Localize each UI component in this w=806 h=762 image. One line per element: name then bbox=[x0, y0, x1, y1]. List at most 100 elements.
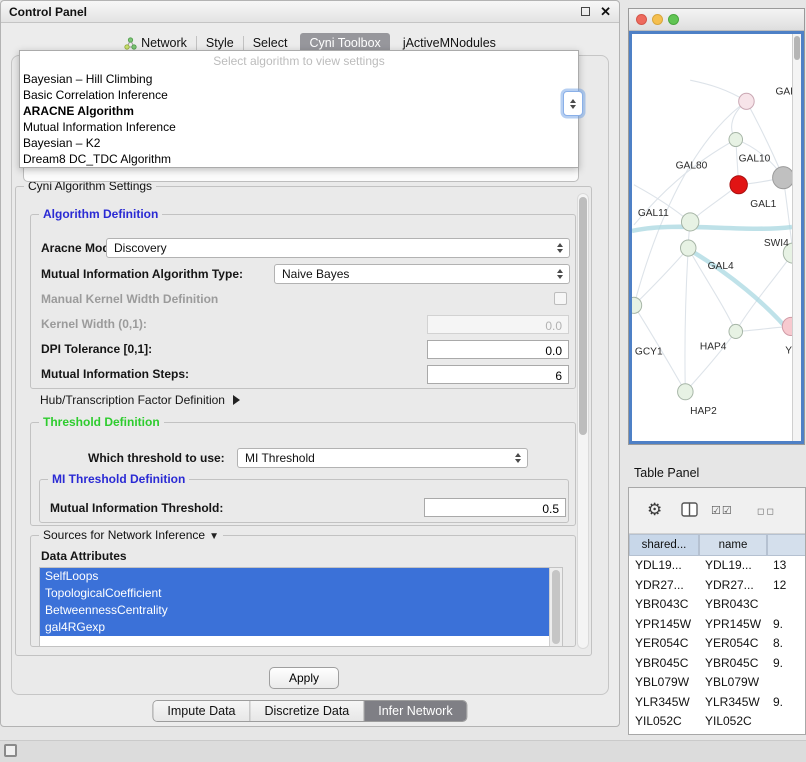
control-panel-titlebar: Control Panel ✕ bbox=[1, 1, 619, 23]
network-node[interactable] bbox=[681, 213, 698, 231]
network-node[interactable] bbox=[730, 176, 747, 194]
mi-algorithm-type-select[interactable]: Naive Bayes bbox=[274, 264, 570, 284]
dropdown-item[interactable]: Bayesian – Hill Climbing bbox=[20, 71, 578, 87]
table-row[interactable]: YDL19... YDL19... 13 bbox=[629, 556, 805, 576]
dropdown-item[interactable]: Dream8 DC_TDC Algorithm bbox=[20, 151, 578, 167]
table-row[interactable]: YBR043C YBR043C bbox=[629, 595, 805, 615]
hub-definition-expander[interactable]: Hub/Transcription Factor Definition bbox=[40, 393, 240, 407]
settings-scrollbar[interactable] bbox=[577, 193, 589, 649]
network-node[interactable] bbox=[729, 132, 743, 146]
table-row[interactable]: YPR145W YPR145W 9. bbox=[629, 615, 805, 635]
dropdown-item[interactable]: Mutual Information Inference bbox=[20, 119, 578, 135]
mi-threshold-definition-title: MI Threshold Definition bbox=[48, 472, 189, 486]
table-row[interactable]: YDR27... YDR27... 12 bbox=[629, 576, 805, 596]
cell: YDR27... bbox=[699, 576, 767, 596]
kernel-width-label: Kernel Width (0,1): bbox=[41, 317, 147, 331]
column-header-shared-name[interactable]: shared... bbox=[629, 534, 699, 556]
dpi-tolerance-label: DPI Tolerance [0,1]: bbox=[41, 342, 152, 356]
table-row[interactable]: YIL052C YIL052C bbox=[629, 712, 805, 732]
list-scrollbar[interactable] bbox=[549, 568, 562, 646]
cell: YDR27... bbox=[629, 576, 699, 596]
column-header-name[interactable]: name bbox=[699, 534, 767, 556]
list-item[interactable]: gal4RGexp bbox=[40, 619, 549, 636]
mi-steps-input[interactable] bbox=[427, 365, 569, 384]
mi-threshold-input[interactable] bbox=[424, 498, 566, 517]
node-label: GAL11 bbox=[638, 208, 669, 219]
close-traffic-light[interactable] bbox=[636, 14, 647, 25]
which-threshold-select[interactable]: MI Threshold bbox=[237, 448, 528, 468]
cell: YLR345W bbox=[699, 693, 767, 713]
cell: YBR045C bbox=[699, 654, 767, 674]
network-node-labels: GAL80 GAL10 GAL11 GAL1 SWI4 GAL4 GCY1 HA… bbox=[635, 86, 792, 417]
deselect-all-icon[interactable]: ◻◻ bbox=[757, 506, 776, 517]
dropdown-item[interactable]: Bayesian – K2 bbox=[20, 135, 578, 151]
cell: YIL052C bbox=[699, 712, 767, 732]
restore-window-icon[interactable] bbox=[4, 744, 17, 757]
network-node[interactable] bbox=[773, 167, 792, 189]
network-node[interactable] bbox=[739, 93, 755, 109]
node-label: GCY1 bbox=[635, 346, 663, 357]
cell: YBR043C bbox=[629, 595, 699, 615]
table-row[interactable]: YBR045C YBR045C 9. bbox=[629, 654, 805, 674]
network-node[interactable] bbox=[680, 240, 696, 256]
float-window-icon[interactable] bbox=[581, 7, 590, 16]
table-row[interactable]: YLR345W YLR345W 9. bbox=[629, 693, 805, 713]
cell: YER054C bbox=[629, 634, 699, 654]
collapse-arrow-icon: ▼ bbox=[209, 531, 219, 542]
network-node[interactable] bbox=[782, 317, 792, 335]
apply-button[interactable]: Apply bbox=[269, 667, 339, 689]
network-canvas[interactable]: GAL80 GAL10 GAL11 GAL1 SWI4 GAL4 GCY1 HA… bbox=[629, 31, 804, 444]
gear-icon[interactable]: ⚙ bbox=[647, 500, 662, 520]
cell: 13 bbox=[767, 556, 806, 576]
algorithm-combo-button[interactable] bbox=[563, 91, 583, 116]
aracne-mode-select[interactable]: Discovery bbox=[106, 238, 570, 258]
which-threshold-value: MI Threshold bbox=[245, 451, 315, 465]
mi-steps-label: Mutual Information Steps: bbox=[41, 367, 189, 381]
network-scrollbar-thumb[interactable] bbox=[794, 36, 800, 60]
sources-group-title[interactable]: Sources for Network Inference▼ bbox=[39, 528, 223, 544]
cell: 9. bbox=[767, 615, 806, 635]
manual-kernel-width-label: Manual Kernel Width Definition bbox=[41, 292, 218, 306]
table-row[interactable]: YBL079W YBL079W bbox=[629, 673, 805, 693]
tab-infer-network[interactable]: Infer Network bbox=[364, 701, 466, 721]
dropdown-item[interactable]: Basic Correlation Inference bbox=[20, 87, 578, 103]
network-scrollbar[interactable] bbox=[792, 34, 801, 441]
minimize-traffic-light[interactable] bbox=[652, 14, 663, 25]
column-header-partial[interactable] bbox=[767, 534, 806, 556]
dropdown-placeholder: Select algorithm to view settings bbox=[20, 51, 578, 71]
bottom-tab-group: Impute Data Discretize Data Infer Networ… bbox=[152, 700, 467, 722]
cell: YPR145W bbox=[699, 615, 767, 635]
mi-threshold-label: Mutual Information Threshold: bbox=[50, 501, 223, 515]
tab-impute-data[interactable]: Impute Data bbox=[153, 701, 250, 721]
node-label: GAL8 bbox=[776, 86, 792, 97]
network-icon bbox=[124, 37, 137, 50]
list-item[interactable]: BetweennessCentrality bbox=[40, 602, 549, 619]
list-item[interactable]: TopologicalCoefficient bbox=[40, 585, 549, 602]
cell bbox=[767, 673, 806, 693]
list-scrollbar-thumb[interactable] bbox=[552, 570, 560, 644]
close-icon[interactable]: ✕ bbox=[600, 5, 611, 18]
table-panel-title: Table Panel bbox=[634, 466, 699, 480]
hub-definition-label: Hub/Transcription Factor Definition bbox=[40, 393, 225, 407]
table-row[interactable]: YER054C YER054C 8. bbox=[629, 634, 805, 654]
dropdown-item-selected[interactable]: ARACNE Algorithm bbox=[20, 103, 578, 119]
select-all-icon[interactable]: ☑☑ bbox=[711, 504, 733, 517]
columns-icon[interactable] bbox=[681, 502, 698, 517]
manual-kernel-checkbox[interactable] bbox=[554, 292, 567, 305]
cell bbox=[767, 712, 806, 732]
checked-box-glyph: ☑ bbox=[722, 505, 733, 517]
dpi-tolerance-input[interactable] bbox=[427, 340, 569, 359]
data-attributes-list[interactable]: SelfLoops TopologicalCoefficient Between… bbox=[39, 567, 563, 647]
mi-threshold-definition-group: MI Threshold Definition Mutual Informati… bbox=[39, 479, 569, 523]
cell: 12 bbox=[767, 576, 806, 596]
mi-algorithm-type-label: Mutual Information Algorithm Type: bbox=[41, 267, 243, 281]
tab-discretize-data[interactable]: Discretize Data bbox=[251, 701, 365, 721]
network-view-window: GAL80 GAL10 GAL11 GAL1 SWI4 GAL4 GCY1 HA… bbox=[628, 8, 805, 445]
cell: 8. bbox=[767, 634, 806, 654]
kernel-width-input[interactable] bbox=[427, 315, 569, 334]
network-node[interactable] bbox=[678, 384, 694, 400]
list-item[interactable]: SelfLoops bbox=[40, 568, 549, 585]
network-node[interactable] bbox=[729, 324, 743, 338]
settings-scrollbar-thumb[interactable] bbox=[579, 197, 587, 435]
zoom-traffic-light[interactable] bbox=[668, 14, 679, 25]
